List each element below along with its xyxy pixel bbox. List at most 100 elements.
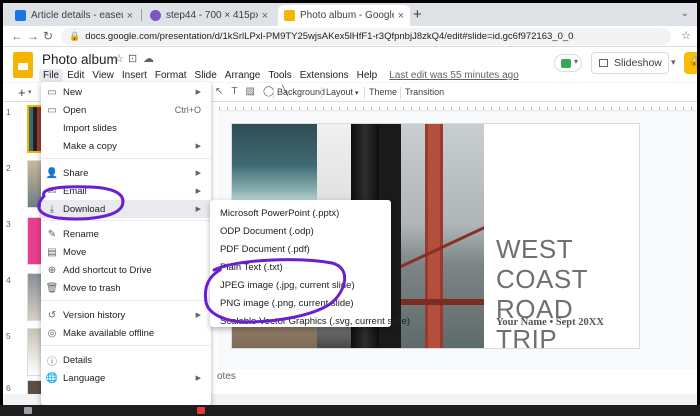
app-icon[interactable] [197, 407, 205, 414]
chevron-down-icon[interactable]: ▾ [355, 89, 359, 97]
share-button[interactable]: 🔒 [684, 52, 697, 74]
close-tab-icon[interactable]: × [398, 10, 404, 22]
email-icon: ✉ [47, 185, 57, 197]
menu-insert[interactable]: Insert [118, 69, 151, 82]
move-folder-icon[interactable]: ⊡ [128, 52, 137, 65]
slideshow-button[interactable]: Slideshow [591, 52, 669, 74]
menu-extensions[interactable]: Extensions [296, 69, 353, 82]
download-submenu: Microsoft PowerPoint (.pptx) ODP Documen… [210, 200, 410, 330]
menu-item-new[interactable]: ▭ New ▶ [41, 83, 211, 101]
theme-button[interactable]: Theme [369, 87, 397, 97]
menu-item-language[interactable]: 🌐 Language ▶ [41, 369, 211, 387]
history-icon: ↺ [47, 309, 57, 321]
close-tab-icon[interactable]: × [127, 10, 133, 22]
tab-step44[interactable]: step44 - 700 × 415px × [144, 5, 274, 26]
os-taskbar [0, 405, 700, 416]
slide-title[interactable]: WEST COAST ROAD TRIP [496, 234, 636, 348]
rename-icon: ✎ [47, 228, 57, 240]
slideshow-icon [599, 59, 608, 67]
star-icon[interactable]: ☆ [114, 52, 124, 65]
slide-number: 4 [6, 275, 11, 285]
last-edit-link[interactable]: Last edit was 55 minutes ago [389, 69, 519, 82]
slide-subtitle[interactable]: Your Name • Sept 20XX [496, 317, 604, 328]
menu-item-label: Move to trash [63, 282, 121, 294]
slides-logo-icon[interactable] [13, 52, 33, 78]
select-cursor-icon[interactable]: ↖ [215, 86, 223, 97]
close-tab-icon[interactable]: × [262, 10, 268, 22]
menu-item-email[interactable]: ✉ Email ▶ [41, 182, 211, 200]
menu-arrange[interactable]: Arrange [221, 69, 265, 82]
download-jpg[interactable]: JPEG image (.jpg, current slide) [210, 276, 391, 294]
menu-item-add-shortcut[interactable]: ⊕ Add shortcut to Drive [41, 261, 211, 279]
bookmark-star-icon[interactable]: ☆ [681, 29, 691, 42]
speaker-notes-label[interactable]: otes [217, 371, 236, 382]
toolbar-divider [400, 87, 401, 99]
meet-button[interactable]: ▾ [554, 54, 582, 72]
download-png[interactable]: PNG image (.png, current slide) [210, 294, 391, 312]
download-txt[interactable]: Plain Text (.txt) [210, 258, 391, 276]
menu-item-share[interactable]: 👤 Share ▶ [41, 164, 211, 182]
tab-photo-album[interactable]: Photo album - Google Slides × [278, 5, 410, 26]
slide-number: 5 [6, 331, 11, 341]
menu-item-import-slides[interactable]: Import slides [41, 119, 211, 137]
slideshow-options-chevron-icon[interactable]: ▾ [671, 57, 676, 68]
menu-item-label: Download [63, 203, 106, 215]
back-arrow-icon[interactable]: ← [11, 29, 23, 43]
download-pptx[interactable]: Microsoft PowerPoint (.pptx) [210, 204, 391, 222]
menu-item-download[interactable]: ⤓ Download ▶ [41, 200, 211, 218]
image-icon[interactable]: ▨ [246, 86, 255, 97]
reload-icon[interactable]: ↻ [43, 29, 53, 43]
layout-button[interactable]: Layout [326, 87, 353, 97]
menu-item-make-a-copy[interactable]: Make a copy ▶ [41, 137, 211, 155]
menu-view[interactable]: View [88, 69, 118, 82]
app-icon[interactable] [24, 407, 32, 414]
menu-item-label: Share [63, 167, 89, 179]
forward-arrow-icon[interactable]: → [27, 29, 39, 43]
tab-bar: Article details - easeus_webnews × step4… [3, 3, 697, 26]
omnibox[interactable]: 🔒 [61, 28, 671, 45]
chevron-down-icon[interactable]: ▾ [28, 88, 32, 96]
menu-item-label: Add shortcut to Drive [63, 264, 152, 276]
url-input[interactable] [85, 31, 646, 42]
address-bar-row: ← → ↻ 🔒 ☆ [3, 26, 697, 47]
open-folder-icon: ▭ [47, 104, 57, 116]
tab-article-details[interactable]: Article details - easeus_webnews × [9, 5, 139, 26]
lock-icon: 🔒 [688, 56, 697, 67]
menu-item-make-available-offline[interactable]: ◎ Make available offline [41, 324, 211, 342]
menu-item-move[interactable]: ▤ Move [41, 243, 211, 261]
toolbar-divider [273, 87, 274, 99]
menu-edit[interactable]: Edit [63, 69, 88, 82]
menu-item-label: Language [63, 372, 106, 384]
document-title[interactable]: Photo album [42, 52, 118, 67]
bridge-deck [401, 299, 484, 305]
menu-item-rename[interactable]: ✎ Rename [41, 225, 211, 243]
download-pdf[interactable]: PDF Document (.pdf) [210, 240, 391, 258]
tab-title: Photo album - Google Slides [300, 10, 394, 21]
menu-file[interactable]: File [39, 69, 64, 82]
golden-gate-bridge-photo[interactable] [401, 124, 484, 348]
tab-title: step44 - 700 × 415px [166, 10, 258, 21]
lock-icon: 🔒 [69, 31, 81, 41]
menu-item-version-history[interactable]: ↺ Version history ▶ [41, 306, 211, 324]
menu-slide[interactable]: Slide [191, 69, 221, 82]
menu-item-open[interactable]: ▭ Open Ctrl+O [41, 101, 211, 119]
new-tab-button[interactable]: + [413, 6, 422, 23]
download-odp[interactable]: ODP Document (.odp) [210, 222, 391, 240]
menu-help[interactable]: Help [353, 69, 382, 82]
horizontal-ruler [219, 103, 697, 111]
transition-button[interactable]: Transition [405, 87, 444, 97]
menu-tools[interactable]: Tools [264, 69, 295, 82]
cloud-status-icon[interactable]: ☁ [143, 52, 154, 65]
text-box-icon[interactable]: T [231, 86, 237, 97]
download-svg[interactable]: Scalable Vector Graphics (.svg, current … [210, 312, 410, 330]
menu-item-details[interactable]: ⓘ Details [41, 351, 211, 369]
tab-search-chevron-icon[interactable]: ⌄ [681, 8, 689, 19]
submenu-arrow-icon: ▶ [195, 89, 201, 96]
file-menu: ▭ New ▶ ▭ Open Ctrl+O Import slides Make… [41, 82, 211, 405]
slide-number: 1 [6, 107, 11, 117]
background-button[interactable]: Background [277, 87, 325, 97]
menu-format[interactable]: Format [151, 69, 191, 82]
new-slide-button[interactable]: + [18, 85, 26, 100]
slide-number: 6 [6, 383, 11, 393]
menu-item-move-to-trash[interactable]: 🗑 Move to trash [41, 279, 211, 297]
